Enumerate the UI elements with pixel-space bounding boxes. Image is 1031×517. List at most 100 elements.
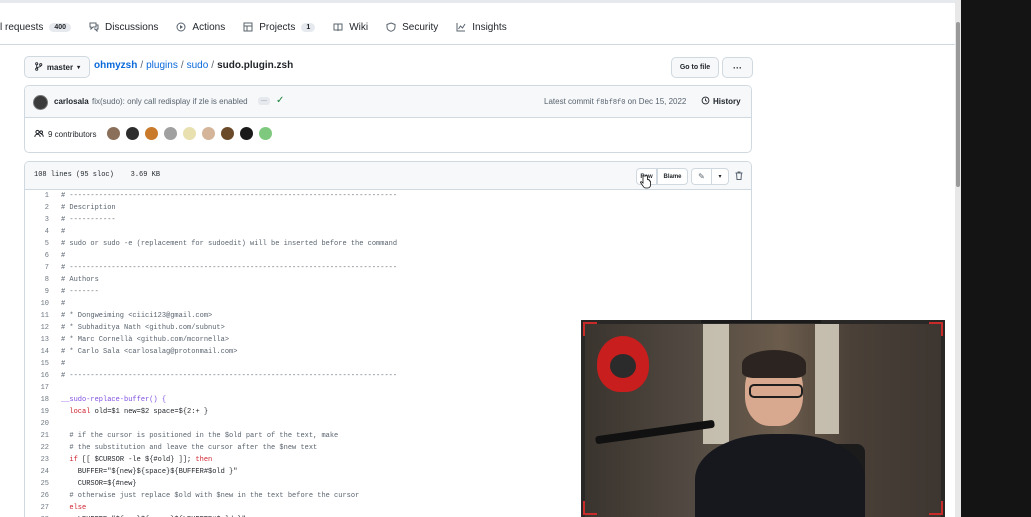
line-number[interactable]: 22: [25, 442, 49, 454]
line-number[interactable]: 17: [25, 382, 49, 394]
history-icon: [701, 96, 710, 107]
pencil-icon[interactable]: ✎: [691, 168, 712, 185]
tab-pull-requests-count: 400: [49, 22, 72, 32]
line-number[interactable]: 5: [25, 238, 49, 250]
line-number[interactable]: 13: [25, 334, 49, 346]
breadcrumb-owner-link[interactable]: ohmyzsh: [94, 60, 137, 71]
more-options-button[interactable]: ···: [722, 57, 753, 78]
latest-commit-row: carlosala fix(sudo): only call redisplay…: [25, 86, 751, 118]
commit-date: on Dec 15, 2022: [627, 97, 687, 106]
line-number[interactable]: 21: [25, 430, 49, 442]
contributor-avatar[interactable]: [145, 127, 158, 140]
graph-icon: [456, 22, 466, 32]
line-number[interactable]: 11: [25, 310, 49, 322]
line-number[interactable]: 15: [25, 358, 49, 370]
tab-insights[interactable]: Insights: [456, 21, 507, 33]
commit-expand-button[interactable]: ···: [258, 97, 270, 105]
line-number[interactable]: 9: [25, 286, 49, 298]
contributors-count: 9 contributors: [48, 130, 97, 139]
tab-discussions-label: Discussions: [105, 21, 159, 33]
line-number[interactable]: 1: [25, 190, 49, 202]
latest-commit-info: Latest commit f8bf8f0 on Dec 15, 2022: [544, 97, 686, 107]
blame-button[interactable]: Blame: [657, 168, 688, 185]
line-number[interactable]: 3: [25, 214, 49, 226]
tab-pull-requests[interactable]: l requests 400: [0, 21, 72, 33]
contributors-link[interactable]: 9 contributors: [34, 129, 96, 140]
tab-wiki[interactable]: Wiki: [333, 22, 368, 33]
tab-actions-label: Actions: [192, 21, 226, 33]
code-text: # --------------------------------------…: [61, 192, 398, 200]
frame-corner: [583, 501, 597, 515]
trash-icon[interactable]: [732, 168, 746, 183]
contributor-avatar[interactable]: [221, 127, 234, 140]
tab-actions[interactable]: Actions: [176, 22, 225, 33]
code-text: # if the cursor is positioned in the $ol…: [61, 432, 339, 440]
code-text: # Description: [61, 204, 116, 212]
line-number[interactable]: 4: [25, 226, 49, 238]
contributor-avatar[interactable]: [259, 127, 272, 140]
line-number[interactable]: 16: [25, 370, 49, 382]
contributor-avatar[interactable]: [126, 127, 139, 140]
frame-corner: [583, 322, 597, 336]
contributor-avatar[interactable]: [240, 127, 253, 140]
commit-hash-link[interactable]: f8bf8f0: [596, 99, 625, 107]
breadcrumb-plugins-link[interactable]: plugins: [146, 60, 178, 71]
comment-discussion-icon: [89, 22, 99, 33]
contributor-avatar[interactable]: [164, 127, 177, 140]
tab-discussions[interactable]: Discussions: [89, 22, 158, 33]
commit-author[interactable]: carlosala: [54, 97, 89, 106]
line-number[interactable]: 14: [25, 346, 49, 358]
check-icon[interactable]: ✓: [276, 95, 284, 106]
scrollbar-thumb[interactable]: [956, 22, 960, 187]
code-line: 5 # sudo or sudo -e (replacement for sudo…: [25, 238, 751, 250]
code-line: 2 # Description: [25, 202, 751, 214]
history-label: History: [713, 97, 741, 106]
tab-projects[interactable]: Projects 1: [243, 22, 316, 33]
code-text: # * Dongweiming <ciici123@gmail.com>: [61, 312, 213, 320]
line-number[interactable]: 24: [25, 466, 49, 478]
tab-pull-requests-label: l requests: [0, 21, 44, 33]
code-text: #: [61, 300, 66, 308]
breadcrumb-sudo-link[interactable]: sudo: [187, 60, 209, 71]
code-text: # Authors: [61, 276, 99, 284]
contributor-avatar[interactable]: [202, 127, 215, 140]
line-number[interactable]: 26: [25, 490, 49, 502]
go-to-file-button[interactable]: Go to file: [671, 57, 719, 78]
frame-top-bar: [701, 320, 821, 323]
file-info: 108 lines (95 sloc) 3.69 KB: [34, 171, 160, 179]
hacker-logo-face: [610, 354, 636, 378]
line-number[interactable]: 23: [25, 454, 49, 466]
line-number[interactable]: 19: [25, 406, 49, 418]
line-number[interactable]: 2: [25, 202, 49, 214]
git-branch-icon: [34, 61, 43, 73]
person-hair-shape: [742, 350, 806, 378]
line-number[interactable]: 6: [25, 250, 49, 262]
mouse-cursor-icon: [640, 175, 652, 194]
history-link[interactable]: History: [701, 96, 741, 107]
code-text: # sudo or sudo -e (replacement for sudoe…: [61, 240, 398, 248]
code-line: 3 # -----------: [25, 214, 751, 226]
line-number[interactable]: 7: [25, 262, 49, 274]
contributor-avatars: [107, 127, 272, 140]
tab-security[interactable]: Security: [386, 22, 438, 33]
breadcrumb: ohmyzsh / plugins / sudo / sudo.plugin.zsh: [94, 60, 293, 71]
branch-selector-button[interactable]: master ▾: [24, 56, 90, 78]
tab-insights-label: Insights: [472, 21, 507, 33]
line-number[interactable]: 18: [25, 394, 49, 406]
line-number[interactable]: 10: [25, 298, 49, 310]
contributor-avatar[interactable]: [183, 127, 196, 140]
code-text: else: [61, 504, 87, 512]
code-text: if [[ $CURSOR -le ${#old} ]]; then: [69, 456, 213, 464]
line-number[interactable]: 20: [25, 418, 49, 430]
people-icon: [34, 129, 44, 140]
triangle-down-icon[interactable]: ▾: [711, 168, 729, 185]
line-number[interactable]: 27: [25, 502, 49, 514]
tabs-divider: [0, 44, 955, 45]
line-number[interactable]: 25: [25, 478, 49, 490]
line-number[interactable]: 8: [25, 274, 49, 286]
contributor-avatar[interactable]: [107, 127, 120, 140]
commit-message[interactable]: fix(sudo): only call redisplay if zle is…: [92, 97, 248, 106]
line-number[interactable]: 12: [25, 322, 49, 334]
right-dark-margin: [961, 0, 1031, 517]
avatar[interactable]: [33, 95, 48, 110]
